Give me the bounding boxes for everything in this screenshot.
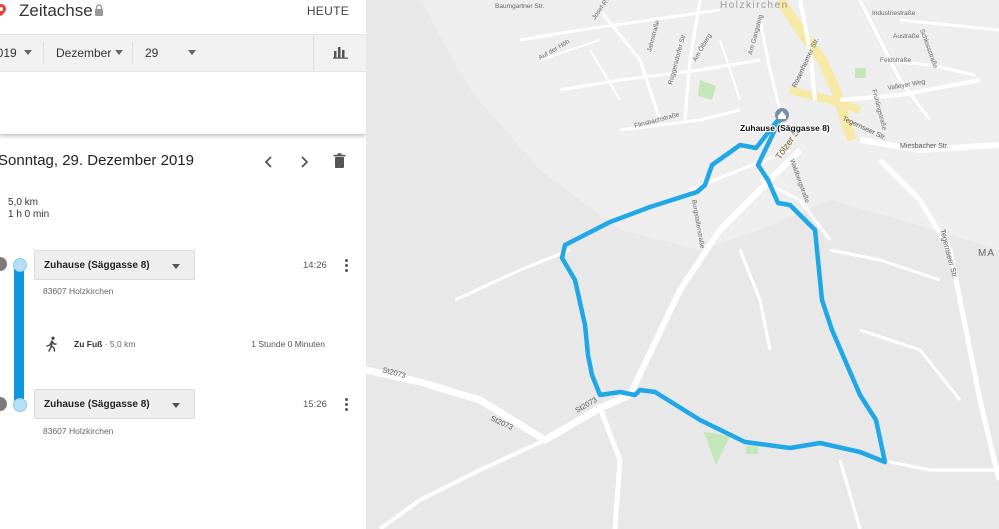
start-time[interactable]: 14:26 [303, 260, 327, 271]
start-place-dropdown[interactable]: Zuhause (Säggasse 8) [34, 250, 195, 280]
chevron-down-icon [172, 403, 180, 408]
marker-label[interactable]: Zuhause (Säggasse 8) [739, 122, 831, 135]
end-time[interactable]: 15:26 [303, 399, 327, 410]
start-address: 83607 Holzkirchen [43, 286, 114, 296]
chevron-down-icon [172, 264, 180, 269]
chevron-down-icon [115, 50, 123, 55]
map-label-ma: MA [978, 248, 995, 259]
map-label-industriestrasse: Industriestraße [872, 10, 916, 17]
day-title: Sonntag, 29. Dezember 2019 [0, 152, 194, 169]
lock-icon [95, 4, 103, 16]
month-select[interactable]: Dezember [56, 35, 126, 71]
start-place-label: Zuhause (Säggasse 8) [44, 260, 150, 271]
park-2 [855, 68, 866, 78]
maps-pin-icon [0, 4, 6, 16]
date-selector-row: 2019 Dezember 29 [0, 34, 366, 72]
map-label-miesbacher: Miesbacher Str. [900, 143, 949, 150]
map-label-baumgartner: Baumgartner Str. [495, 3, 544, 10]
timeline-place-dot [0, 397, 7, 411]
activity-distance: · 5,0 km [104, 339, 136, 349]
timeline-node [13, 258, 27, 272]
statistics-button[interactable] [313, 35, 366, 71]
end-address: 83607 Holzkirchen [43, 426, 114, 436]
map-label-austrasse: Austraße [893, 33, 920, 40]
activity-type: Zu Fuß [74, 339, 103, 349]
page-title: Zeitachse [19, 1, 93, 20]
delete-day-button[interactable] [333, 153, 346, 169]
year-value: 2019 [0, 46, 17, 60]
today-button[interactable]: HEUTE [307, 4, 349, 18]
day-select[interactable]: 29 [145, 35, 200, 71]
month-value: Dezember [56, 46, 112, 60]
divider [132, 42, 133, 64]
end-place-label: Zuhause (Säggasse 8) [44, 399, 150, 410]
next-day-button[interactable] [297, 155, 311, 169]
timeline-place-dot [0, 257, 7, 271]
activity-duration: 1 Stunde 0 Minuten [251, 339, 325, 349]
timeline-panel: Zeitachse HEUTE 2019 Dezember 29 [0, 0, 366, 529]
day-summary: 5,0 km 1 h 0 min [8, 197, 49, 221]
bar-chart-icon [333, 47, 348, 59]
timeline-segment-bar [14, 264, 24, 404]
summary-duration: 1 h 0 min [8, 209, 50, 220]
previous-day-button[interactable] [262, 155, 276, 169]
year-select[interactable]: 2019 [0, 35, 32, 71]
end-place-more-icon[interactable] [341, 398, 351, 412]
divider [43, 42, 44, 64]
end-place-dropdown[interactable]: Zuhause (Säggasse 8) [34, 389, 195, 419]
timeline-node [13, 398, 27, 412]
chevron-down-icon [24, 50, 32, 55]
timeline-header-card: Zeitachse HEUTE 2019 Dezember 29 [0, 0, 366, 134]
map-label-feldstrasse: Feldstraße [880, 57, 911, 64]
map-label-town: Holzkirchen [720, 0, 789, 11]
activity-label[interactable]: Zu Fuß · 5,0 km [74, 339, 135, 349]
park-4 [746, 446, 758, 454]
title-row: Zeitachse HEUTE [0, 0, 366, 34]
start-place-more-icon[interactable] [341, 259, 351, 273]
summary-distance: 5,0 km [8, 197, 39, 208]
day-value: 29 [145, 46, 159, 60]
walking-icon [46, 336, 57, 352]
chevron-down-icon [188, 50, 196, 55]
